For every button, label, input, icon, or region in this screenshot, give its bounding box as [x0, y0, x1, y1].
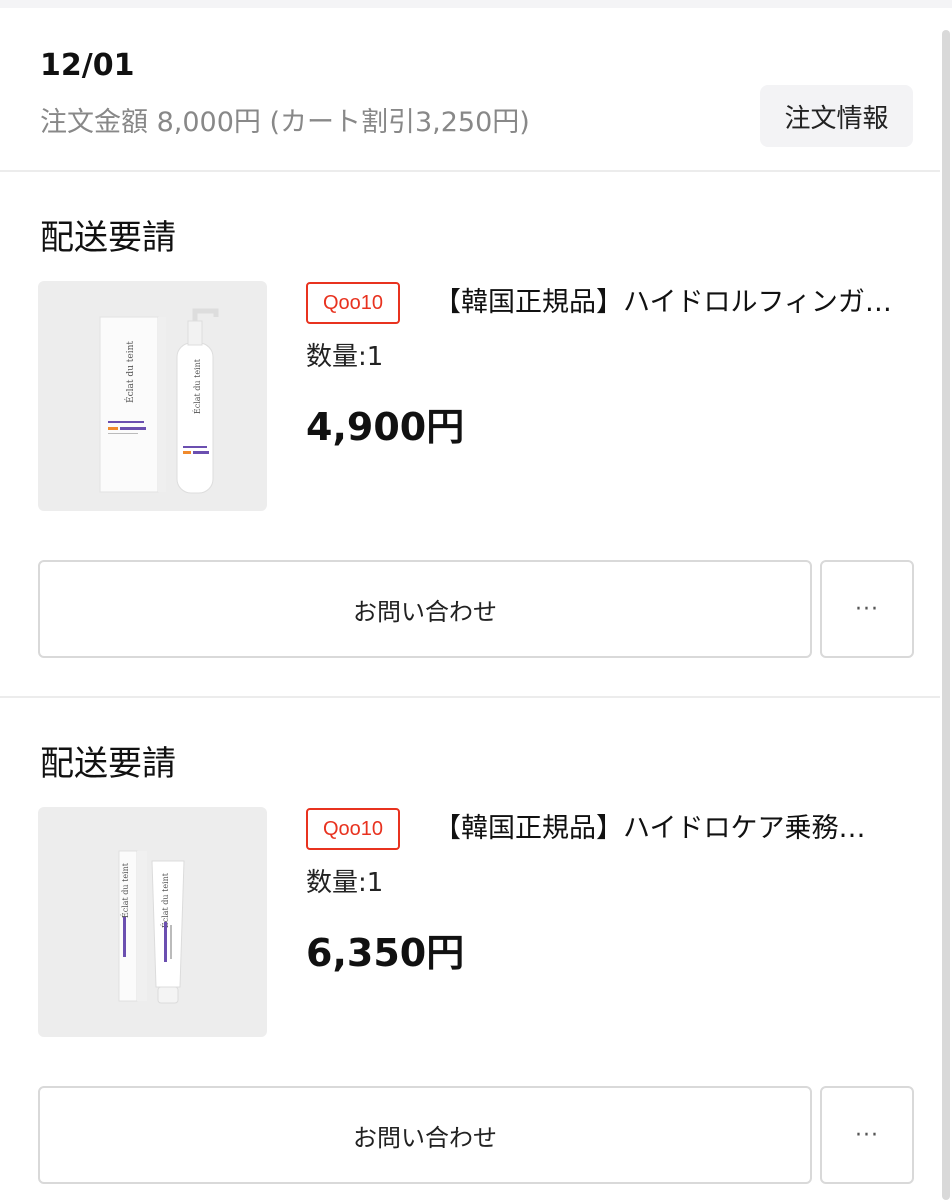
- delivery-status: 配送要請: [40, 744, 176, 784]
- order-item: 配送要請 Éclat du teint Éclat du teint Qoo10…: [0, 174, 940, 698]
- order-header: 12/01 注文金額 8,000円 (カート割引3,250円) 注文情報: [0, 8, 940, 172]
- more-options-button[interactable]: ···: [820, 1086, 914, 1184]
- product-name[interactable]: 【韓国正規品】ハイドロルフィンガ…: [434, 282, 900, 324]
- product-tube-illustration: Éclat du teint Éclat du teint: [118, 850, 185, 1004]
- product-quantity: 数量:1: [306, 342, 384, 372]
- order-item: 配送要請 Éclat du teint Éclat du teint Qoo10…: [0, 700, 940, 1200]
- more-options-button[interactable]: ···: [820, 560, 914, 658]
- order-date: 12/01: [40, 48, 135, 83]
- box-brand-text: Éclat du teint: [121, 862, 130, 918]
- inquiry-button[interactable]: お問い合わせ: [38, 560, 812, 658]
- delivery-status: 配送要請: [40, 218, 176, 258]
- top-strip: [0, 0, 952, 8]
- product-name[interactable]: 【韓国正規品】ハイドロケア乗務…: [434, 808, 900, 850]
- product-price: 6,350円: [306, 931, 465, 975]
- product-quantity: 数量:1: [306, 868, 384, 898]
- svg-text:Éclat du teint: Éclat du teint: [161, 872, 170, 928]
- order-info-button[interactable]: 注文情報: [760, 85, 913, 147]
- scrollbar[interactable]: [942, 30, 950, 1200]
- box-brand-text: Éclat du teint: [124, 341, 136, 403]
- shop-badge: Qoo10: [306, 282, 400, 324]
- svg-text:Éclat du teint: Éclat du teint: [193, 358, 202, 414]
- product-image[interactable]: Éclat du teint Éclat du teint: [38, 281, 267, 511]
- shop-badge: Qoo10: [306, 808, 400, 850]
- order-amount: 注文金額 8,000円 (カート割引3,250円): [40, 107, 530, 138]
- product-bottle-illustration: Éclat du teint Éclat du teint: [99, 308, 219, 494]
- product-price: 4,900円: [306, 405, 465, 449]
- product-image[interactable]: Éclat du teint Éclat du teint: [38, 807, 267, 1037]
- inquiry-button[interactable]: お問い合わせ: [38, 1086, 812, 1184]
